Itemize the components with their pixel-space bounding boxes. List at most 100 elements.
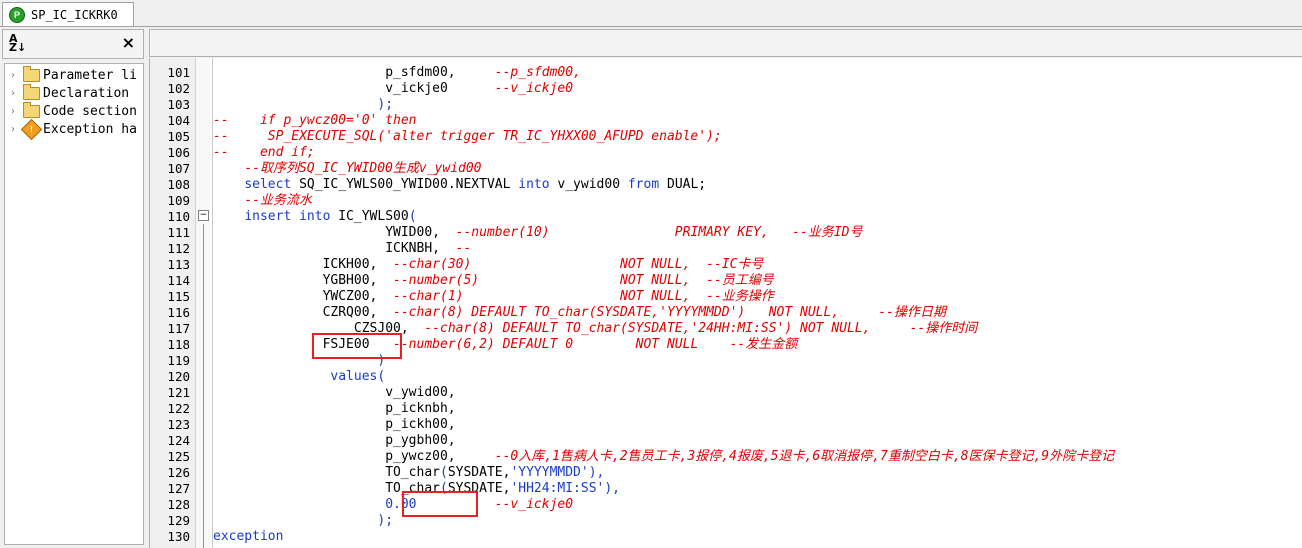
- code-line: 116 CZRQ00, --char(8) DEFAULT TO_char(SY…: [150, 305, 1302, 321]
- code-token: p_ickh00,: [385, 417, 456, 432]
- code-token: --char(1) NOT NULL, --业务操作: [393, 289, 774, 304]
- line-number: 112: [167, 241, 190, 256]
- code-text: 0.00 --v_ickje0: [213, 497, 573, 513]
- code-line: 112 ICKNBH, --: [150, 241, 1302, 257]
- line-number: 128: [167, 497, 190, 512]
- code-token: (: [408, 209, 417, 224]
- tree-item-label: Declaration: [43, 85, 130, 101]
- code-text: p_ywcz00, --0入库,1售病人卡,2售员工卡,3报停,4报废,5退卡,…: [213, 449, 1114, 465]
- code-text: p_ickh00,: [213, 417, 456, 433]
- line-number: 117: [167, 321, 190, 336]
- code-token: );: [377, 97, 394, 112]
- code-token: (: [377, 369, 386, 384]
- tree-item[interactable]: › Code section: [5, 101, 137, 120]
- line-number: 111: [167, 225, 190, 240]
- code-text: exception: [213, 529, 283, 545]
- expand-icon[interactable]: ›: [11, 88, 21, 99]
- code-token: --v_ickje0: [494, 81, 574, 96]
- code-text: YGBH00, --number(5) NOT NULL, --员工编号: [213, 273, 774, 289]
- line-number: 120: [167, 369, 190, 384]
- code-text: TO_char(SYSDATE,'YYYYMMDD'),: [213, 465, 604, 481]
- tree-item[interactable]: ›! Exception ha: [5, 118, 137, 140]
- code-text: p_ygbh00,: [213, 433, 455, 449]
- code-token: YWCZ00,: [322, 289, 394, 304]
- code-token: ),: [588, 465, 605, 480]
- line-number: 118: [167, 337, 190, 352]
- line-number: 108: [167, 177, 190, 192]
- code-line: 102 v_ickje0 --v_ickje0: [150, 81, 1302, 97]
- code-token: p_icknbh,: [385, 401, 456, 416]
- sort-alpha-icon[interactable]: A Z↓: [9, 33, 29, 54]
- code-line: 121 v_ywid00,: [150, 385, 1302, 401]
- code-text: ICKNBH, --: [213, 241, 471, 257]
- code-text: );: [213, 97, 393, 113]
- code-text: --业务流水: [213, 193, 312, 209]
- line-number: 125: [167, 449, 190, 464]
- line-number: 113: [167, 257, 190, 272]
- code-editor[interactable]: − 101 p_sfdm00, --p_sfdm00, 102 v_ickje0 …: [149, 58, 1302, 548]
- line-number: 102: [167, 81, 190, 96]
- tab-sp-ic-ickrk0[interactable]: P SP_IC_ICKRK0: [2, 2, 134, 26]
- code-line: 129 );: [150, 513, 1302, 529]
- code-text: YWCZ00, --char(1) NOT NULL, --业务操作: [213, 289, 774, 305]
- line-number: 109: [167, 193, 190, 208]
- code-line: 107 --取序列SQ_IC_YWID00生成v_ywid00: [150, 161, 1302, 177]
- expand-icon[interactable]: ›: [11, 106, 21, 117]
- code-line: 124 p_ygbh00,: [150, 433, 1302, 449]
- code-token: insert into: [244, 209, 339, 224]
- code-token: --number(10) PRIMARY KEY, --业务ID号: [455, 225, 863, 240]
- code-token: ),: [604, 481, 621, 496]
- code-text: -- if p_ywcz00='0' then: [213, 113, 417, 129]
- code-token: YWID00,: [385, 225, 456, 240]
- code-line: 123 p_ickh00,: [150, 417, 1302, 433]
- code-line: 103 );: [150, 97, 1302, 113]
- code-line: 122 p_icknbh,: [150, 401, 1302, 417]
- code-line: 108 select SQ_IC_YWLS00_YWID00.NEXTVAL i…: [150, 177, 1302, 193]
- code-line: 127 TO_char(SYSDATE,'HH24:MI:SS'),: [150, 481, 1302, 497]
- tree-item-label: Code section: [43, 103, 137, 119]
- line-number: 101: [167, 65, 190, 80]
- code-token: YGBH00,: [322, 273, 394, 288]
- code-token: --number(5) NOT NULL, --员工编号: [393, 273, 774, 288]
- line-number: 130: [167, 529, 190, 544]
- code-text: -- SP_EXECUTE_SQL('alter trigger TR_IC_Y…: [213, 129, 722, 145]
- code-token: --0入库,1售病人卡,2售员工卡,3报停,4报废,5退卡,6取消报停,7重制空…: [494, 449, 1115, 464]
- editor-toolbar: [149, 29, 1302, 57]
- code-line: 128 0.00 --v_ickje0: [150, 497, 1302, 513]
- folder-icon: [23, 83, 40, 100]
- line-number: 106: [167, 145, 190, 160]
- code-text: v_ywid00,: [213, 385, 455, 401]
- tree-item[interactable]: › Parameter li: [5, 65, 137, 84]
- line-number: 107: [167, 161, 190, 176]
- code-token: (: [439, 465, 448, 480]
- line-number: 103: [167, 97, 190, 112]
- code-line: 101 p_sfdm00, --p_sfdm00,: [150, 65, 1302, 81]
- line-number: 127: [167, 481, 190, 496]
- code-line: 105 -- SP_EXECUTE_SQL('alter trigger TR_I…: [150, 129, 1302, 145]
- code-line: 125 p_ywcz00, --0入库,1售病人卡,2售员工卡,3报停,4报废,…: [150, 449, 1302, 465]
- line-number: 110: [167, 209, 190, 224]
- code-token: 'YYYYMMDD': [510, 465, 589, 480]
- tree-item[interactable]: › Declaration: [5, 83, 130, 102]
- code-line: 113 ICKH00, --char(30) NOT NULL, --IC卡号: [150, 257, 1302, 273]
- expand-icon[interactable]: ›: [11, 70, 21, 81]
- code-token: --业务流水: [244, 193, 312, 208]
- close-icon[interactable]: ×: [122, 33, 135, 52]
- line-number: 129: [167, 513, 190, 528]
